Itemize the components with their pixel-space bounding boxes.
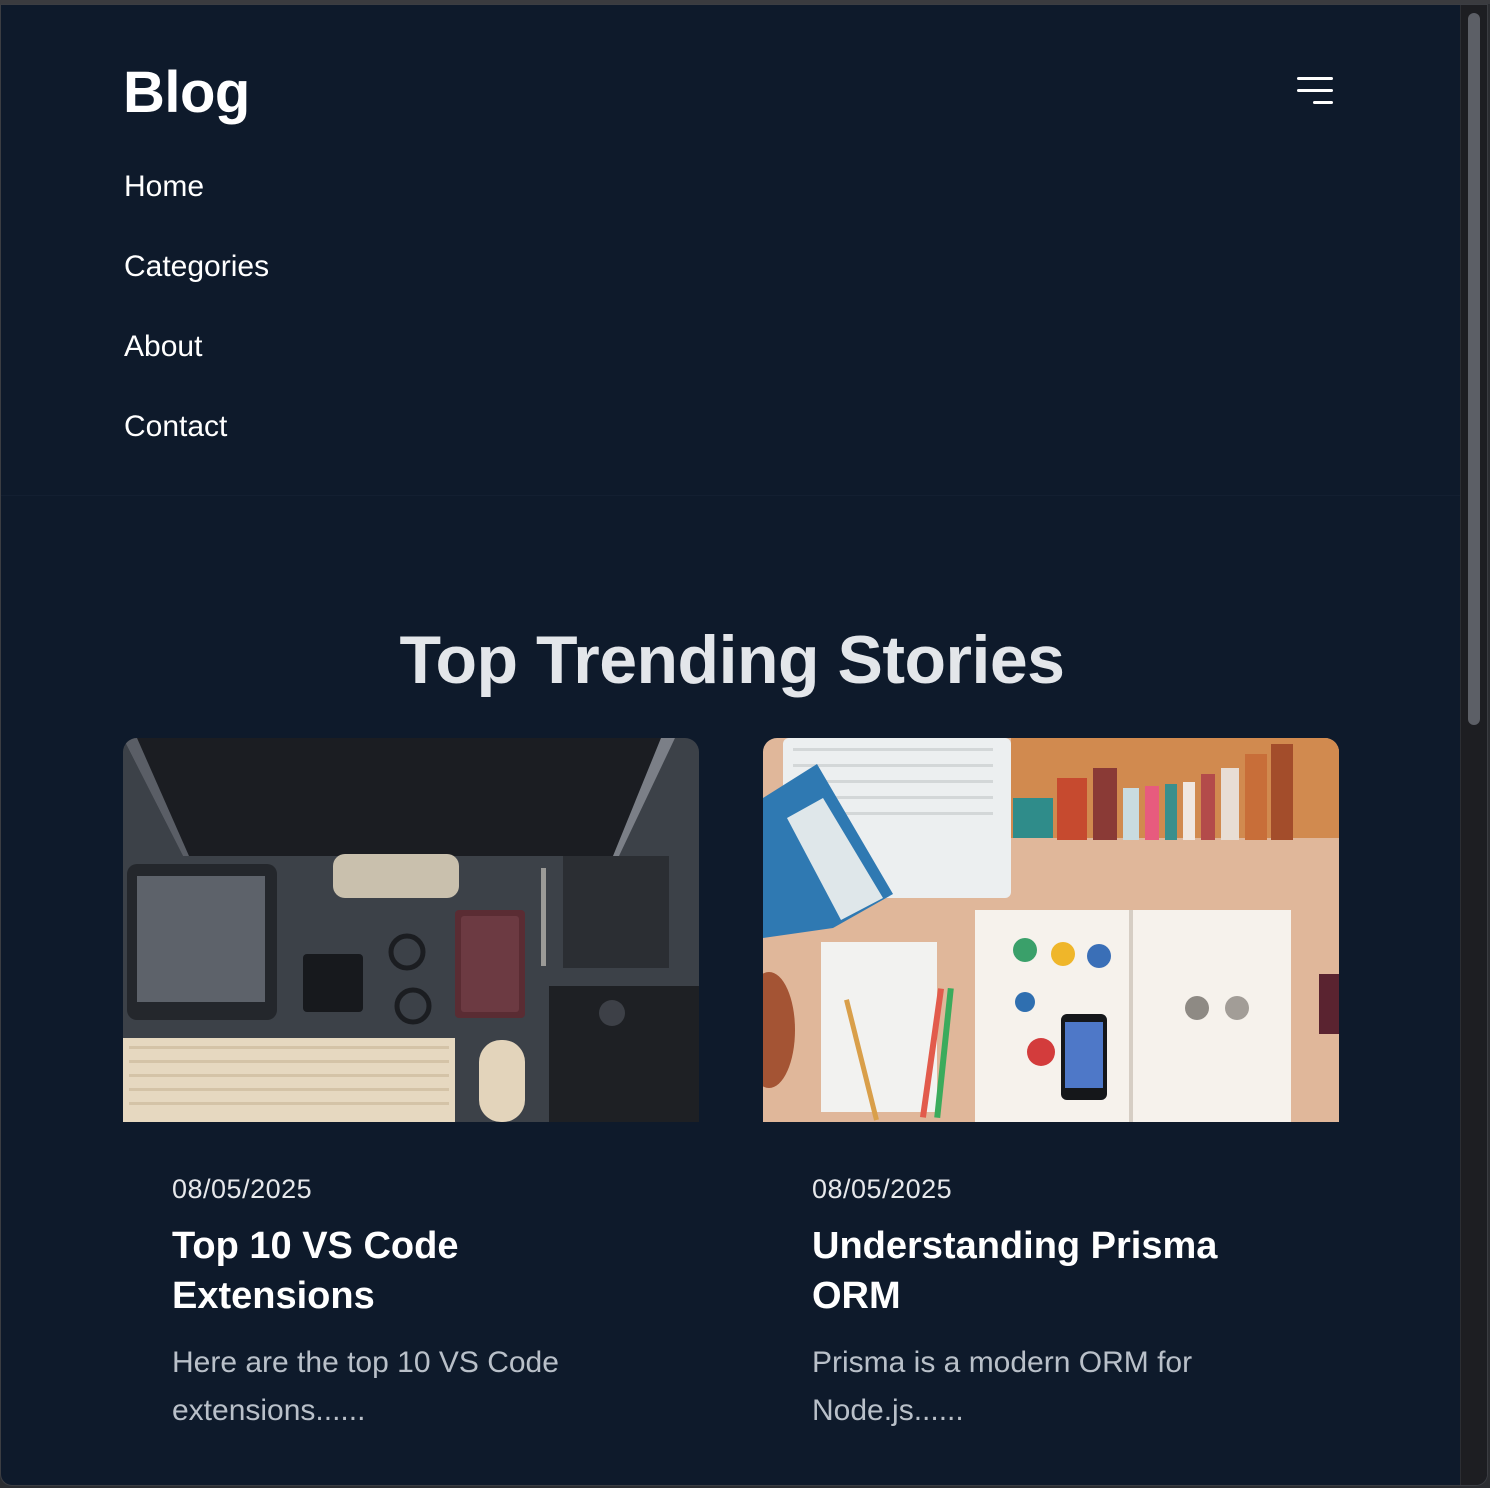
scrollbar-thumb[interactable] bbox=[1468, 13, 1480, 725]
nav-link-home[interactable]: Home bbox=[124, 167, 269, 247]
post-title[interactable]: Top 10 VS Code Extensions bbox=[172, 1221, 612, 1321]
post-title[interactable]: Understanding Prisma ORM bbox=[812, 1221, 1252, 1321]
nav-link-about[interactable]: About bbox=[124, 327, 269, 407]
desk-setup-image bbox=[123, 738, 699, 1122]
post-card[interactable]: 08/05/2025 Top 10 VS Code Extensions Her… bbox=[123, 738, 699, 1435]
browser-viewport: Blog Home Categories About Contact Top T… bbox=[0, 4, 1488, 1486]
post-thumbnail[interactable] bbox=[763, 738, 1339, 1122]
menu-line bbox=[1297, 89, 1333, 92]
post-excerpt: Prisma is a modern ORM for Node.js...... bbox=[812, 1346, 1193, 1427]
menu-line bbox=[1313, 101, 1333, 104]
nav-link-categories[interactable]: Categories bbox=[124, 247, 269, 327]
post-date: 08/05/2025 bbox=[812, 1174, 953, 1204]
nav-link-contact[interactable]: Contact bbox=[124, 407, 269, 487]
section-title: Top Trending Stories bbox=[399, 622, 1066, 699]
scrollbar[interactable] bbox=[1460, 5, 1487, 1485]
post-thumbnail[interactable] bbox=[123, 738, 699, 1122]
site-header: Blog Home Categories About Contact bbox=[1, 5, 1463, 496]
site-logo[interactable]: Blog bbox=[123, 59, 250, 126]
post-card-body: 08/05/2025 Understanding Prisma ORM Pris… bbox=[763, 1122, 1339, 1435]
desk-books-image bbox=[763, 738, 1339, 1122]
post-date: 08/05/2025 bbox=[172, 1174, 313, 1204]
menu-icon[interactable] bbox=[1293, 75, 1333, 111]
menu-line bbox=[1297, 77, 1333, 80]
main-nav: Home Categories About Contact bbox=[124, 167, 269, 487]
post-excerpt: Here are the top 10 VS Code extensions..… bbox=[172, 1346, 559, 1427]
post-card-body: 08/05/2025 Top 10 VS Code Extensions Her… bbox=[123, 1122, 699, 1435]
post-card[interactable]: 08/05/2025 Understanding Prisma ORM Pris… bbox=[763, 738, 1339, 1435]
